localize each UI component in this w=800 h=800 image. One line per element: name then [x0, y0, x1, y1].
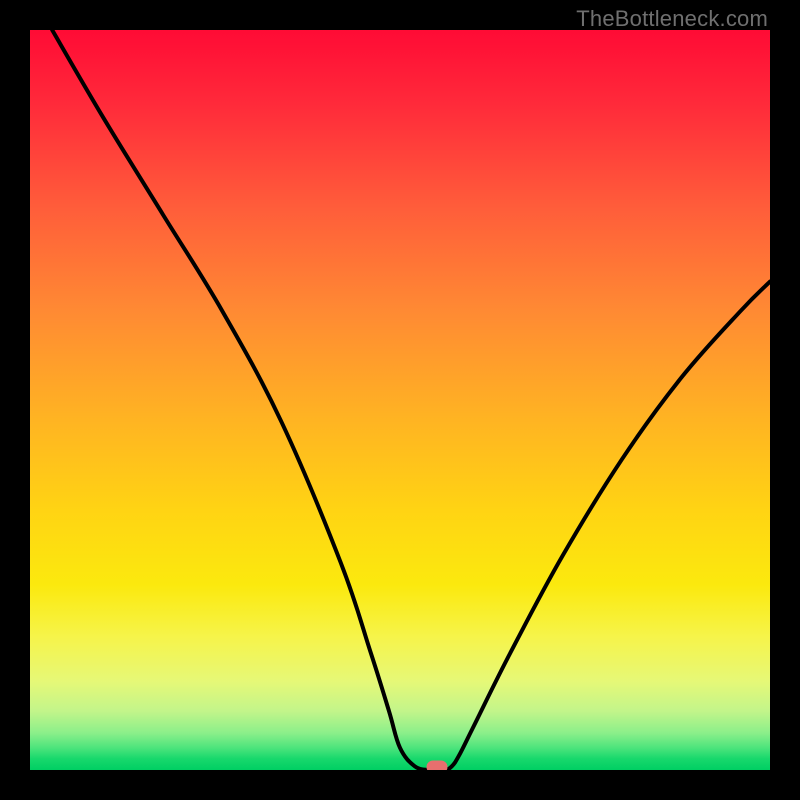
watermark-text: TheBottleneck.com [576, 6, 768, 32]
bottleneck-curve [30, 30, 770, 770]
chart-root: TheBottleneck.com [0, 0, 800, 800]
plot-area [30, 30, 770, 770]
curve-path [52, 30, 770, 770]
optimal-marker [427, 761, 448, 771]
